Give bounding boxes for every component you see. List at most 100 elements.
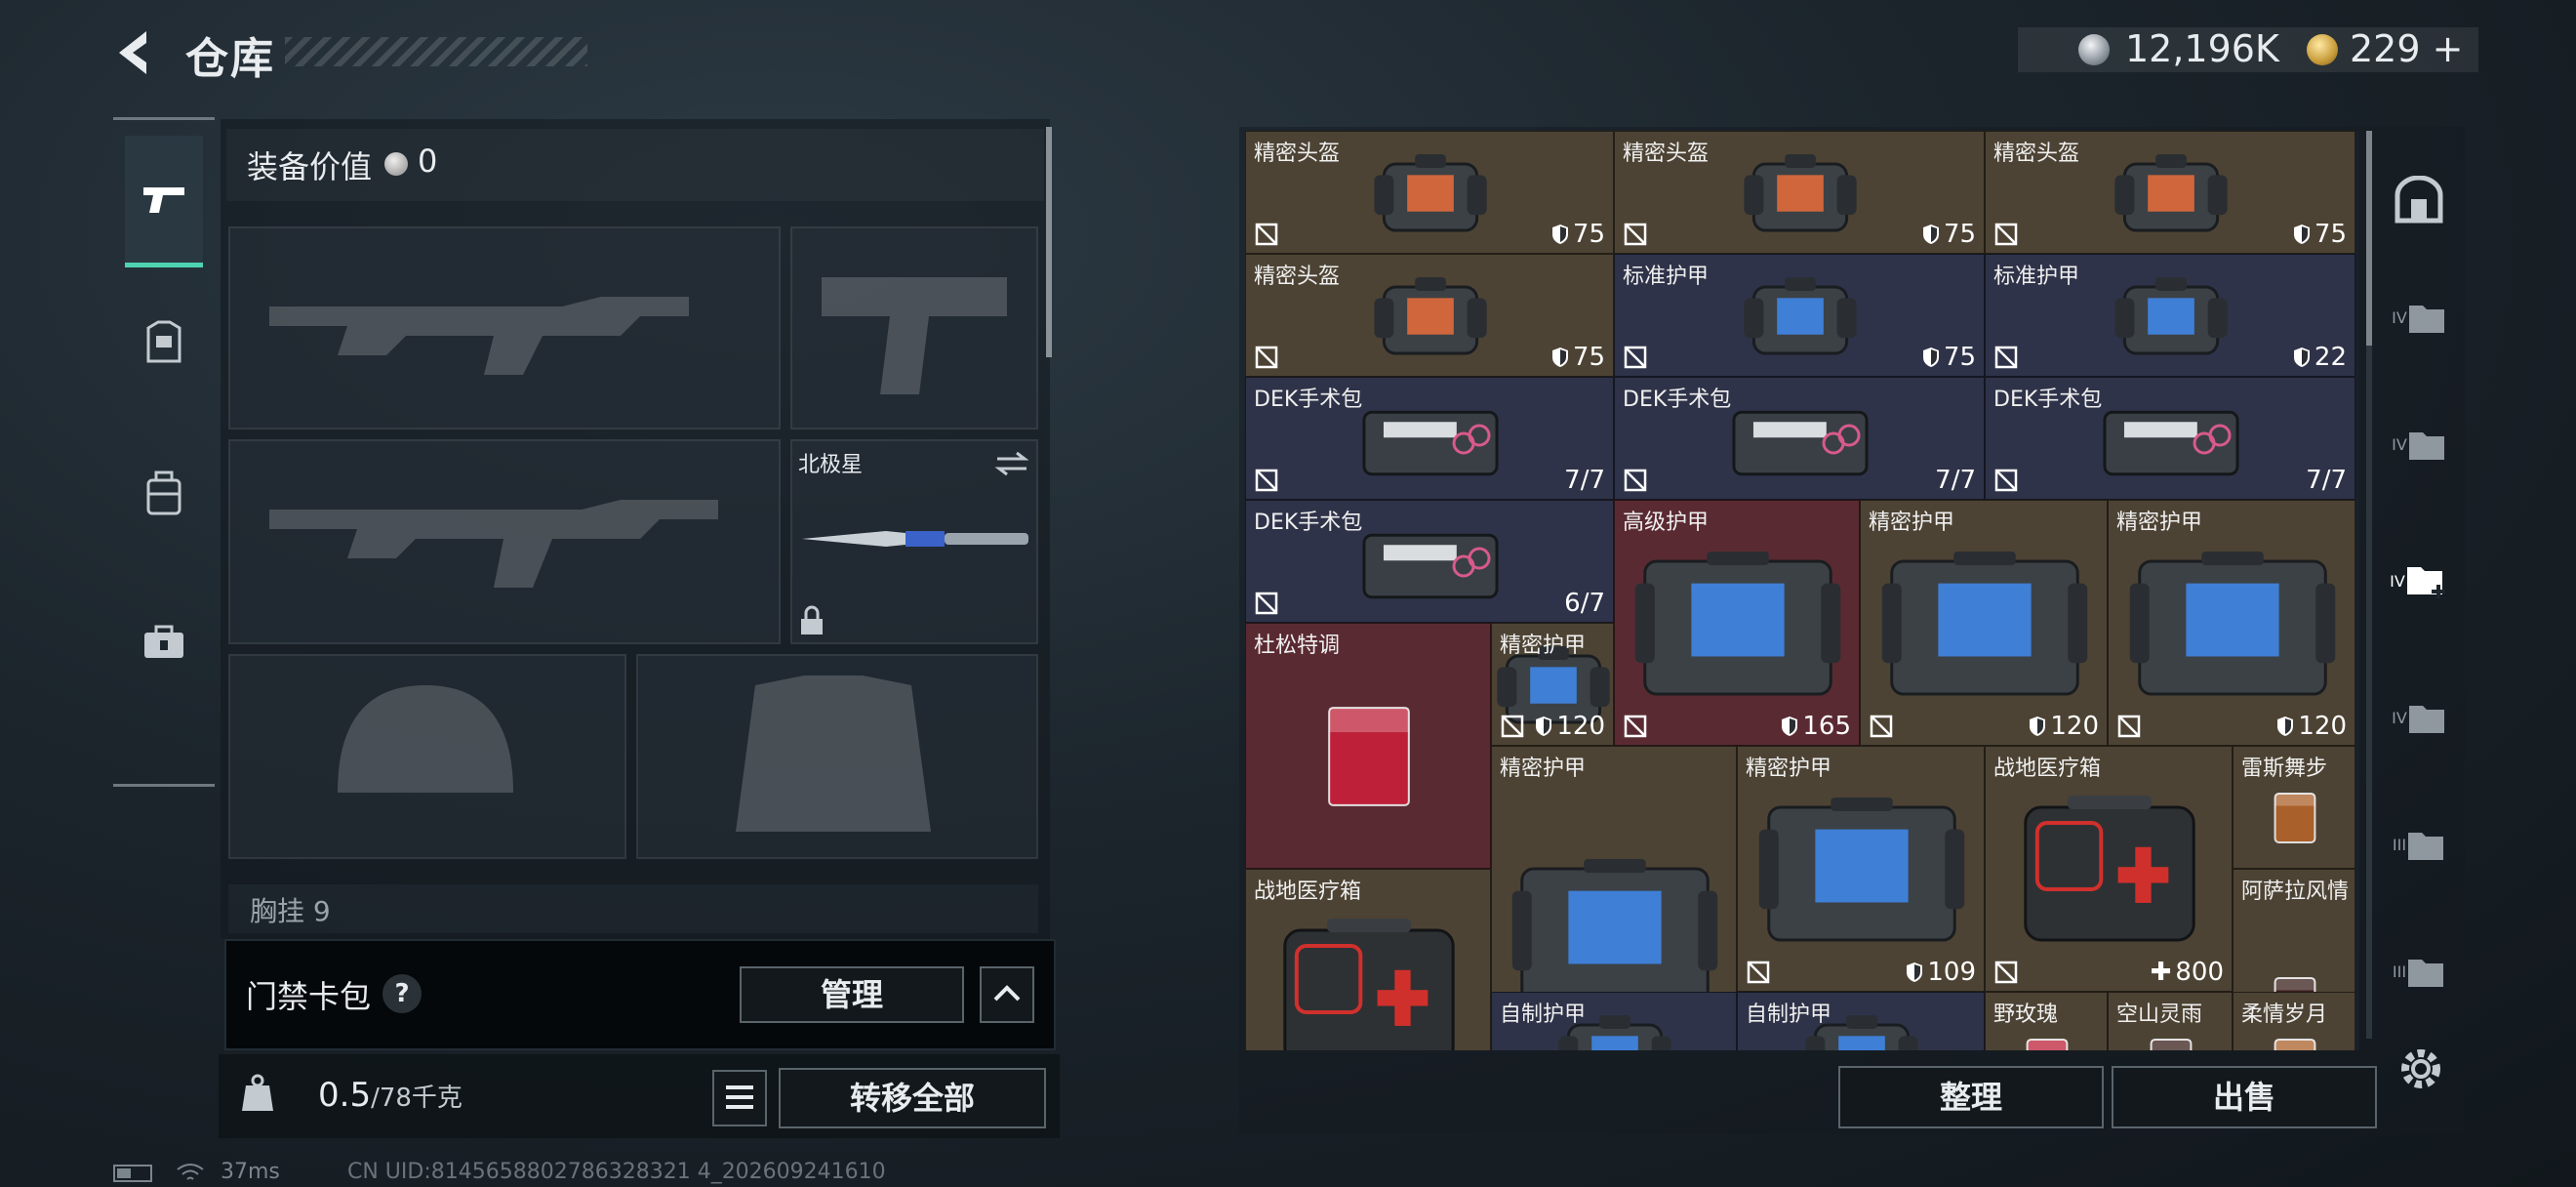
- item-name: 自制护甲: [1500, 1003, 1587, 1027]
- item-name: DEK手术包: [1254, 511, 1363, 535]
- item-value: 75: [1551, 220, 1605, 249]
- back-arrow-icon[interactable]: [107, 25, 162, 80]
- item-value: 7/7: [1564, 466, 1605, 495]
- swap-icon[interactable]: [993, 449, 1030, 478]
- help-icon[interactable]: ?: [382, 974, 422, 1013]
- inventory-item[interactable]: 野玫瑰: [1985, 992, 2108, 1050]
- item-value: 6/7: [1564, 589, 1605, 618]
- tier-tab-iv-2[interactable]: IV: [2377, 390, 2461, 498]
- inventory-item[interactable]: 雷斯舞步: [2233, 746, 2355, 869]
- inventory-item[interactable]: 柔情岁月: [2233, 992, 2355, 1050]
- inventory-item[interactable]: 自制护甲: [1491, 992, 1737, 1050]
- nav-backpack[interactable]: [125, 430, 203, 557]
- item-name: 精密头盔: [1254, 265, 1341, 289]
- rifle-silhouette-icon: [269, 297, 689, 375]
- item-name: 精密护甲: [1500, 757, 1587, 781]
- no-insure-icon: [1747, 961, 1770, 984]
- item-name: 阿萨拉风情: [2241, 880, 2350, 904]
- inventory-item[interactable]: 标准护甲 22: [1985, 254, 2355, 377]
- inventory-item[interactable]: 空山灵雨: [2108, 992, 2233, 1050]
- chest-rig-label: 胸挂 9: [250, 895, 331, 927]
- tier-tab-safe[interactable]: [2377, 146, 2461, 254]
- inventory-item[interactable]: 精密头盔 75: [1245, 254, 1614, 377]
- tier-tab-iii-1[interactable]: III: [2377, 791, 2461, 898]
- helmet-slot[interactable]: [228, 654, 626, 859]
- folder-add-icon: [2406, 567, 2445, 598]
- inventory-item[interactable]: 杜松特调: [1245, 623, 1491, 869]
- nav-armor[interactable]: [125, 278, 203, 405]
- collapse-button[interactable]: [980, 966, 1034, 1023]
- shield-icon: [1551, 225, 1568, 244]
- item-name: 柔情岁月: [2241, 1003, 2328, 1027]
- rifle-silhouette-icon: [269, 500, 718, 588]
- inventory-item[interactable]: 战地医疗箱: [1245, 869, 1491, 1050]
- item-name: 标准护甲: [1623, 265, 1710, 289]
- tier-tab-iv-1[interactable]: IV: [2377, 264, 2461, 371]
- inventory-item[interactable]: 精密护甲 120: [2108, 500, 2355, 746]
- item-name: 精密护甲: [1500, 634, 1587, 658]
- item-name: 精密头盔: [1623, 142, 1710, 166]
- loadout-scrollbar[interactable]: [1046, 127, 1052, 357]
- gear-icon[interactable]: [2396, 1044, 2445, 1093]
- inventory-item[interactable]: 标准护甲 75: [1614, 254, 1985, 377]
- inventory-item[interactable]: 精密护甲 120: [1491, 623, 1614, 746]
- tier-tab-iii-2[interactable]: III: [2377, 918, 2461, 1025]
- item-name: 精密护甲: [2116, 511, 2203, 535]
- inventory-item[interactable]: 精密头盔 75: [1245, 131, 1614, 254]
- inventory-item[interactable]: DEK手术包 7/7: [1245, 377, 1614, 500]
- tier-tab-iv-add[interactable]: IV: [2377, 527, 2461, 634]
- melee-slot[interactable]: 北极星: [790, 439, 1038, 644]
- no-insure-icon: [1255, 469, 1278, 492]
- folder-icon: [2408, 706, 2444, 733]
- manage-button[interactable]: 管理: [740, 966, 964, 1023]
- inventory-item[interactable]: 精密头盔 75: [1614, 131, 1985, 254]
- no-insure-icon: [1994, 346, 2018, 369]
- storage-scroll-thumb[interactable]: [2366, 131, 2372, 346]
- gold-coin-amount[interactable]: 229 +: [2350, 27, 2463, 70]
- inventory-item[interactable]: 高级护甲 165: [1614, 500, 1860, 746]
- battery-icon: [113, 1165, 152, 1182]
- pistol-silhouette-icon: [822, 277, 1007, 394]
- no-insure-icon: [1255, 592, 1278, 615]
- item-value: 7/7: [2306, 466, 2347, 495]
- inventory-item[interactable]: DEK手术包 7/7: [1614, 377, 1985, 500]
- armor-silhouette-icon: [736, 675, 931, 832]
- inventory-item[interactable]: 精密护甲 109: [1737, 746, 1985, 992]
- item-name: 自制护甲: [1746, 1003, 1832, 1027]
- body-armor-slot[interactable]: [636, 654, 1038, 859]
- ping-readout: 37ms: [221, 1160, 280, 1184]
- item-name: DEK手术包: [1254, 388, 1363, 412]
- add-currency-icon[interactable]: +: [2421, 27, 2464, 70]
- item-name: 标准护甲: [1993, 265, 2080, 289]
- equip-value-label: 装备价值: [247, 148, 373, 185]
- sell-button[interactable]: 出售: [2112, 1066, 2377, 1128]
- no-insure-icon: [1994, 961, 2018, 984]
- sidearm-slot[interactable]: [790, 226, 1038, 430]
- secondary-weapon-slot[interactable]: [228, 439, 781, 644]
- helmet-silhouette-icon: [338, 685, 513, 793]
- sort-button[interactable]: 整理: [1838, 1066, 2104, 1128]
- no-insure-icon: [1624, 469, 1647, 492]
- backpack-icon: [146, 471, 181, 515]
- item-value: 7/7: [1935, 466, 1976, 495]
- inventory-item[interactable]: 精密护甲 120: [1860, 500, 2108, 746]
- item-value: 75: [1551, 343, 1605, 372]
- item-value: 120: [2029, 712, 2099, 741]
- inventory-item[interactable]: 战地医疗箱 ✚ 800: [1985, 746, 2233, 992]
- list-view-button[interactable]: [712, 1070, 767, 1126]
- nav-weapons[interactable]: [125, 136, 203, 267]
- uid-text: CN UID:8145658802786328321 4_20260924161…: [347, 1160, 886, 1184]
- inventory-item[interactable]: DEK手术包 6/7: [1245, 500, 1614, 623]
- nav-medkit[interactable]: [125, 579, 203, 706]
- inventory-item[interactable]: DEK手术包 7/7: [1985, 377, 2355, 500]
- inventory-item[interactable]: 自制护甲: [1737, 992, 1985, 1050]
- tier-tab-iv-3[interactable]: IV: [2377, 664, 2461, 771]
- inventory-item[interactable]: 精密头盔 75: [1985, 131, 2355, 254]
- transfer-all-button[interactable]: 转移全部: [779, 1068, 1046, 1128]
- folder-icon: [2408, 432, 2444, 460]
- gold-coin-icon: [2307, 34, 2338, 65]
- title-decoration: [285, 37, 587, 66]
- folder-icon: [2408, 833, 2444, 860]
- primary-weapon-slot[interactable]: [228, 226, 781, 430]
- chest-rig-slot[interactable]: [228, 884, 1038, 933]
